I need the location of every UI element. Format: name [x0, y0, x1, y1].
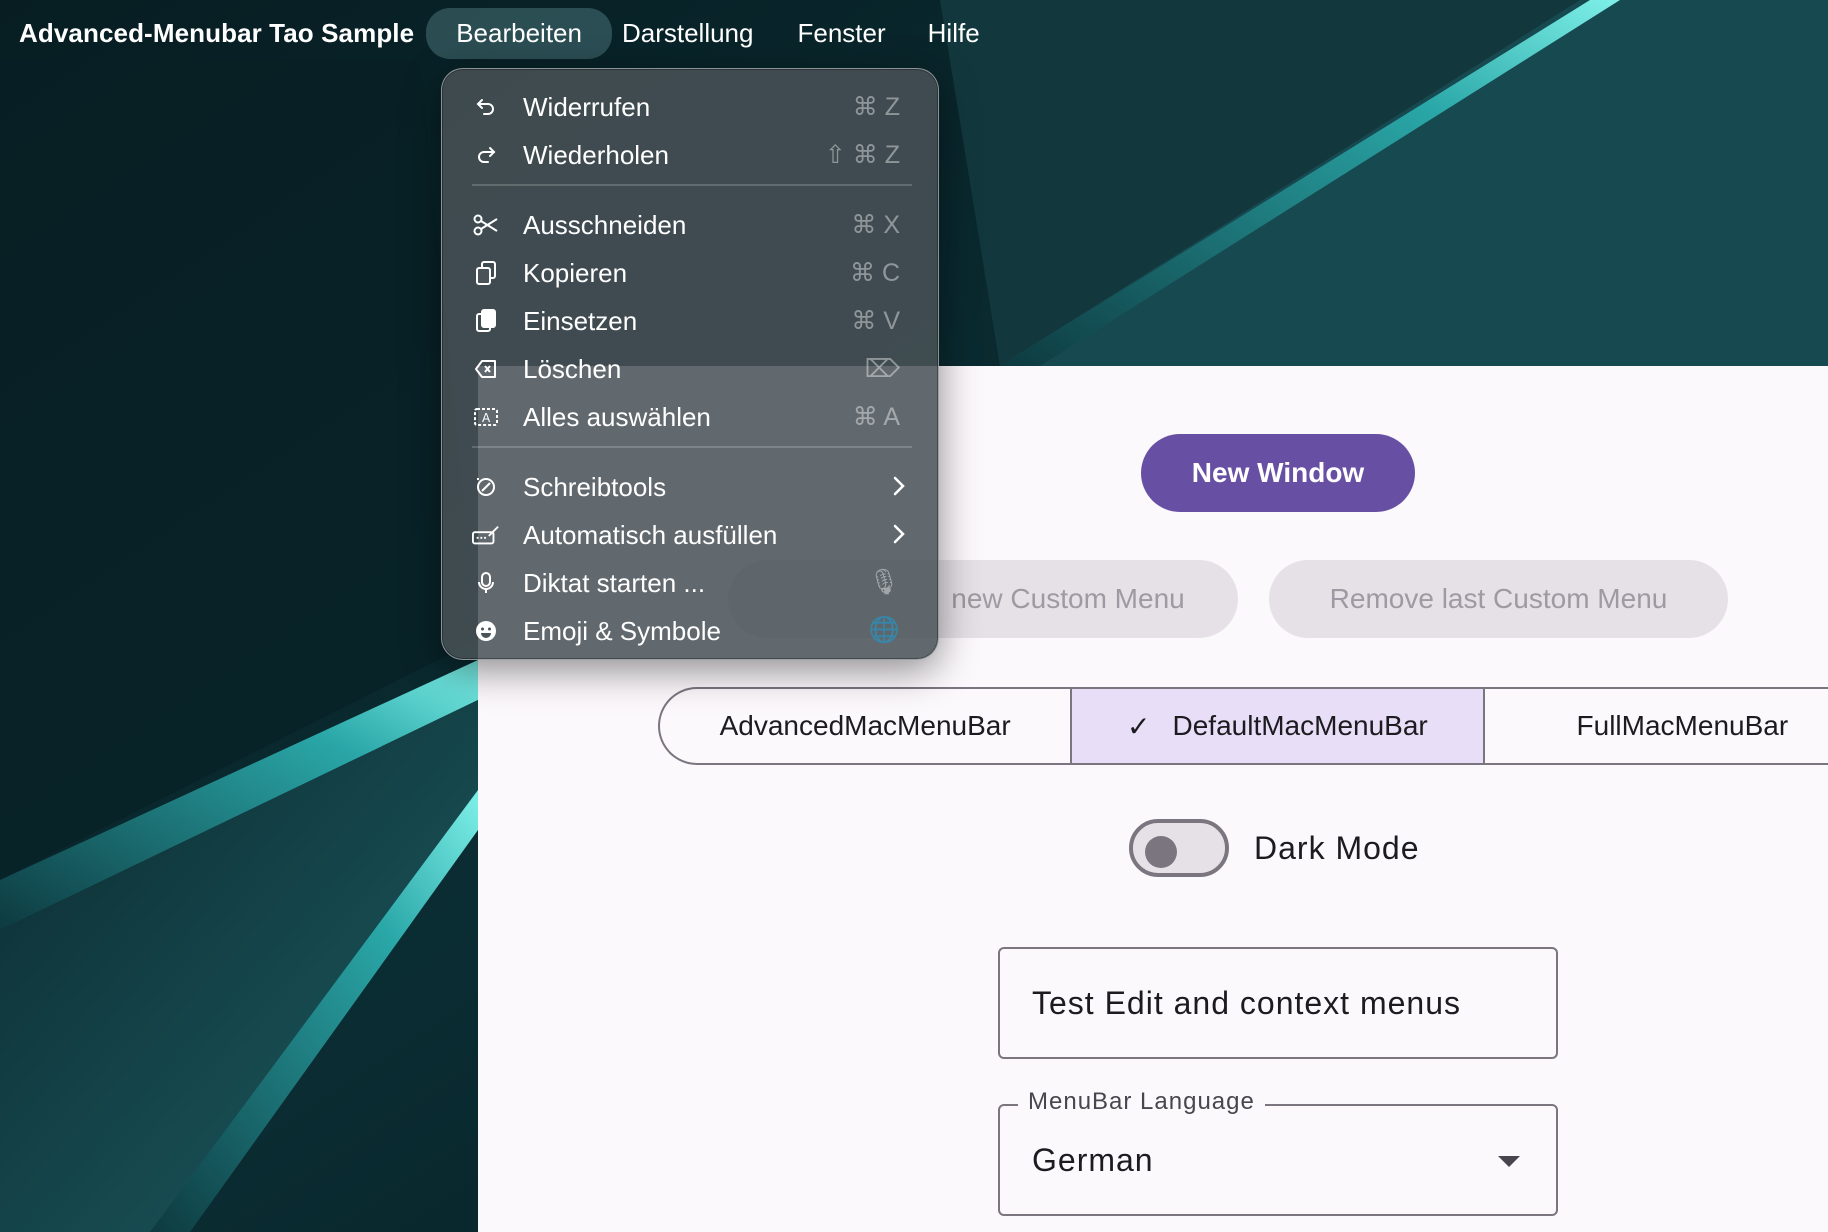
menu-item-shortcut: ⌘ Z	[852, 93, 900, 121]
menu-item-label: Schreibtools	[523, 472, 667, 502]
menu-item-autofill[interactable]: Automatisch ausfüllen	[442, 513, 938, 557]
menu-item-select-all[interactable]: A Alles auswählen ⌘ A	[442, 395, 938, 439]
menu-item-label: Ausschneiden	[523, 210, 687, 240]
autofill-icon	[472, 521, 500, 549]
menu-bearbeiten[interactable]: Bearbeiten	[426, 7, 612, 59]
menu-item-shortcut: 🎙	[868, 568, 900, 596]
microphone-icon	[472, 569, 500, 597]
menu-item-paste[interactable]: Einsetzen ⌘ V	[442, 299, 938, 343]
dropdown-arrow-icon	[1498, 1156, 1520, 1167]
menu-item-label: Wiederholen	[523, 140, 669, 170]
menu-bar: Advanced-Menubar Tao Sample Bearbeiten D…	[0, 0, 1828, 66]
menu-item-label: Diktat starten ...	[523, 568, 706, 598]
menu-item-shortcut: ⇧ ⌘ Z	[824, 141, 900, 169]
check-icon: ✓	[1127, 710, 1151, 742]
segment-label: FullMacMenuBar	[1576, 710, 1789, 741]
menu-item-label: Kopieren	[523, 258, 628, 288]
copy-icon	[472, 259, 500, 287]
segment-label: DefaultMacMenuBar	[1172, 710, 1428, 741]
menu-item-redo[interactable]: Wiederholen ⇧ ⌘ Z	[442, 133, 938, 177]
dark-mode-switch[interactable]	[1129, 819, 1229, 877]
paste-icon	[472, 307, 500, 335]
menu-item-label: Löschen	[523, 354, 622, 384]
menu-item-dictation[interactable]: Diktat starten ... 🎙	[442, 561, 938, 605]
menubar-language-select[interactable]: MenuBar Language German	[998, 1088, 1558, 1216]
segment-default-mac-menubar[interactable]: ✓ DefaultMacMenuBar	[1072, 689, 1485, 763]
test-edit-text-field[interactable]	[998, 947, 1558, 1059]
segment-advanced-mac-menubar[interactable]: AdvancedMacMenuBar	[660, 689, 1073, 763]
chevron-right-icon	[892, 522, 906, 553]
scissors-icon	[472, 211, 500, 239]
chevron-right-icon	[892, 474, 906, 505]
segment-label: AdvancedMacMenuBar	[719, 710, 1011, 741]
switch-knob	[1145, 836, 1177, 868]
menu-item-copy[interactable]: Kopieren ⌘ C	[442, 251, 938, 295]
segment-full-mac-menubar[interactable]: FullMacMenuBar	[1485, 689, 1828, 763]
menu-item-shortcut: ⌘ V	[851, 307, 900, 335]
select-all-icon: A	[472, 403, 500, 431]
menu-item-emoji[interactable]: Emoji & Symbole 🌐	[442, 609, 938, 653]
writing-tools-icon	[472, 473, 500, 501]
delete-icon	[472, 355, 500, 383]
menu-item-undo[interactable]: Widerrufen ⌘ Z	[442, 85, 938, 129]
menu-item-shortcut: ⌦	[864, 355, 900, 383]
menu-item-writing-tools[interactable]: Schreibtools	[442, 465, 938, 509]
menu-item-label: Automatisch ausfüllen	[523, 520, 778, 550]
menubar-type-segmented-control: AdvancedMacMenuBar ✓ DefaultMacMenuBar F…	[658, 687, 1828, 765]
menu-hilfe[interactable]: Hilfe	[918, 8, 1010, 59]
menu-item-cut[interactable]: Ausschneiden ⌘ X	[442, 203, 938, 247]
menu-fenster[interactable]: Fenster	[787, 8, 915, 59]
select-label: MenuBar Language	[1018, 1088, 1265, 1116]
menu-darstellung[interactable]: Darstellung	[614, 8, 786, 59]
add-custom-menu-label: new Custom Menu	[951, 583, 1185, 614]
menu-item-shortcut: ⌘ C	[850, 259, 900, 287]
menu-separator	[472, 446, 912, 448]
menu-item-delete[interactable]: Löschen ⌦	[442, 347, 938, 391]
app-name-menu[interactable]: Advanced-Menubar Tao Sample	[19, 18, 414, 49]
menu-item-shortcut: ⌘ A	[852, 403, 900, 431]
menu-item-label: Widerrufen	[523, 92, 651, 122]
menu-item-label: Einsetzen	[523, 306, 638, 336]
redo-icon	[472, 141, 500, 169]
remove-custom-menu-button[interactable]: Remove last Custom Menu	[1269, 560, 1728, 638]
dark-mode-label: Dark Mode	[1254, 830, 1420, 866]
edit-dropdown-menu: Widerrufen ⌘ Z Wiederholen ⇧ ⌘ Z Ausschn…	[441, 68, 939, 660]
menu-item-label: Emoji & Symbole	[523, 616, 721, 646]
menu-item-shortcut: ⌘ X	[851, 211, 900, 239]
menu-separator	[472, 184, 912, 186]
menu-item-label: Alles auswählen	[523, 402, 711, 432]
select-value: German	[1032, 1142, 1154, 1178]
svg-text:A: A	[482, 411, 491, 425]
emoji-icon	[472, 617, 500, 645]
new-window-button[interactable]: New Window	[1141, 434, 1415, 512]
menu-item-shortcut: 🌐	[868, 616, 900, 644]
undo-icon	[472, 93, 500, 121]
